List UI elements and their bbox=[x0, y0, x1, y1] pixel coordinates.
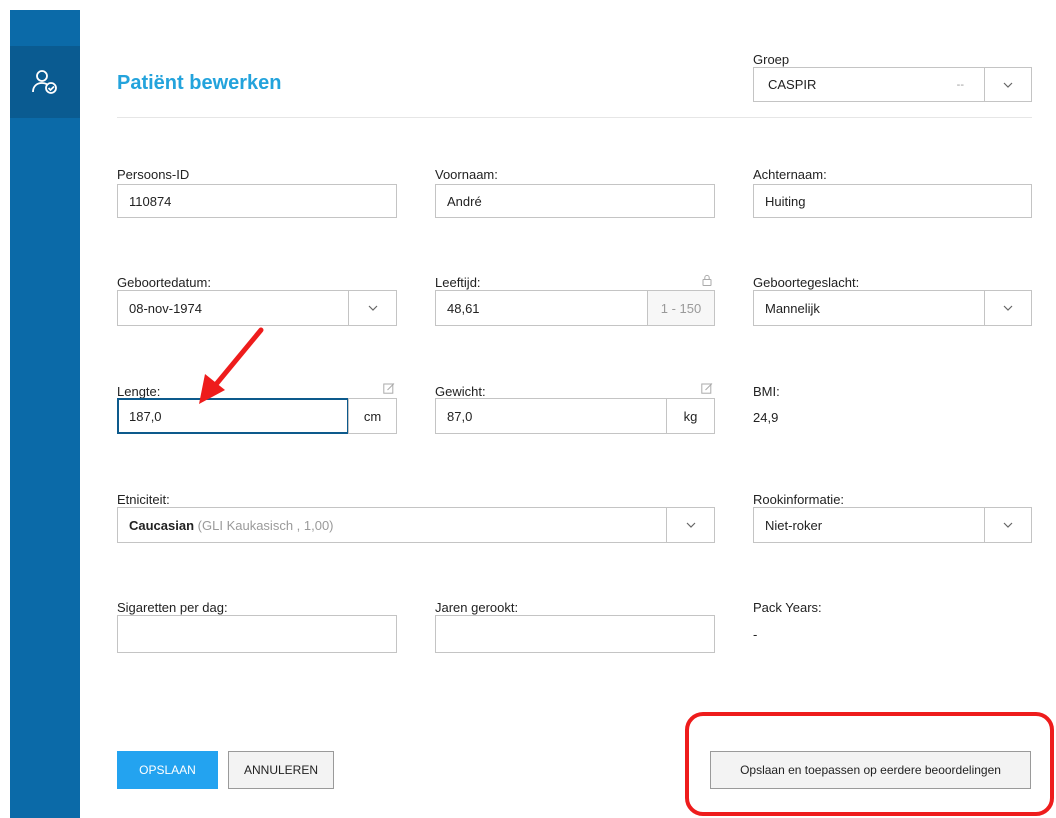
groep-secondary: -- bbox=[956, 78, 964, 91]
user-check-icon bbox=[32, 70, 57, 94]
persoons-id-input[interactable]: 110874 bbox=[117, 184, 397, 218]
pack-years-label: Pack Years: bbox=[753, 600, 822, 615]
persoons-id-value: 110874 bbox=[129, 193, 172, 209]
arrow-icon bbox=[199, 327, 264, 404]
pack-years-value: - bbox=[753, 627, 758, 642]
cancel-button[interactable]: ANNULEREN bbox=[228, 751, 334, 789]
achternaam-value: Huiting bbox=[765, 193, 806, 209]
chevron-down-icon bbox=[686, 522, 695, 528]
header-divider bbox=[117, 117, 1032, 118]
etniciteit-detail: (GLI Kaukasisch , 1,00) bbox=[197, 517, 334, 533]
achternaam-input[interactable]: Huiting bbox=[753, 184, 1032, 218]
leeftijd-range: 1 - 150 bbox=[647, 291, 714, 325]
leeftijd-field: 48,61 1 - 150 bbox=[435, 290, 715, 326]
geboortegeslacht-value: Mannelijk bbox=[765, 300, 820, 316]
jaren-gerookt-input[interactable] bbox=[435, 615, 715, 653]
voornaam-label: Voornaam: bbox=[435, 167, 498, 182]
groep-value: CASPIR bbox=[768, 77, 817, 92]
page-title: Patiënt bewerken bbox=[117, 72, 282, 94]
chevron-down-icon bbox=[368, 305, 377, 311]
lengte-label: Lengte: bbox=[117, 384, 161, 399]
sidebar-item-patient[interactable] bbox=[10, 46, 80, 118]
geboortedatum-value: 08-nov-1974 bbox=[129, 300, 202, 316]
rookinformatie-select[interactable]: Niet-roker bbox=[753, 507, 1032, 543]
highlight-box bbox=[685, 712, 1054, 816]
groep-dropdown[interactable] bbox=[984, 68, 1031, 101]
edit-icon[interactable] bbox=[701, 382, 713, 394]
rookinformatie-label: Rookinformatie: bbox=[753, 492, 845, 507]
gewicht-value: 87,0 bbox=[447, 408, 473, 424]
chevron-down-icon bbox=[1003, 305, 1013, 311]
bmi-label: BMI: bbox=[753, 384, 780, 399]
sigaretten-input[interactable] bbox=[117, 615, 397, 653]
chevron-down-icon bbox=[1003, 82, 1013, 88]
lengte-unit: cm bbox=[348, 398, 397, 434]
persoons-id-label: Persoons-ID bbox=[117, 167, 190, 182]
voornaam-value: André bbox=[447, 193, 482, 209]
gewicht-unit: kg bbox=[666, 399, 714, 433]
rookinformatie-dropdown[interactable] bbox=[984, 508, 1031, 542]
achternaam-label: Achternaam: bbox=[753, 167, 827, 182]
leeftijd-label: Leeftijd: bbox=[435, 275, 481, 290]
voornaam-input[interactable]: André bbox=[435, 184, 715, 218]
edit-icon[interactable] bbox=[383, 382, 395, 394]
etniciteit-label: Etniciteit: bbox=[117, 492, 170, 507]
groep-select[interactable]: CASPIR -- bbox=[753, 67, 1032, 102]
etniciteit-dropdown[interactable] bbox=[666, 508, 714, 542]
sidebar bbox=[0, 0, 80, 818]
geboortegeslacht-dropdown[interactable] bbox=[984, 291, 1031, 325]
geboortedatum-dropdown[interactable] bbox=[348, 291, 396, 325]
save-button[interactable]: OPSLAAN bbox=[117, 751, 218, 789]
etniciteit-select[interactable]: Caucasian (GLI Kaukasisch , 1,00) bbox=[117, 507, 715, 543]
lock-icon bbox=[702, 274, 712, 286]
geboortegeslacht-select[interactable]: Mannelijk bbox=[753, 290, 1032, 326]
lengte-value: 187,0 bbox=[129, 408, 162, 424]
lengte-unit-label: cm bbox=[363, 408, 382, 424]
leeftijd-value: 48,61 bbox=[447, 300, 480, 316]
chevron-down-icon bbox=[1003, 522, 1013, 528]
sidebar-bar bbox=[10, 10, 80, 818]
gewicht-input[interactable]: 87,0 kg bbox=[435, 398, 715, 434]
geboortedatum-picker[interactable]: 08-nov-1974 bbox=[117, 290, 397, 326]
sigaretten-label: Sigaretten per dag: bbox=[117, 600, 228, 615]
gewicht-label: Gewicht: bbox=[435, 384, 486, 399]
rookinformatie-value: Niet-roker bbox=[765, 517, 823, 533]
jaren-gerookt-label: Jaren gerookt: bbox=[435, 600, 519, 615]
bmi-value: 24,9 bbox=[753, 410, 779, 425]
geboortedatum-label: Geboortedatum: bbox=[117, 275, 211, 290]
etniciteit-value: Caucasian bbox=[129, 517, 195, 533]
geboortegeslacht-label: Geboortegeslacht: bbox=[753, 275, 860, 290]
groep-label: Groep bbox=[753, 52, 790, 67]
